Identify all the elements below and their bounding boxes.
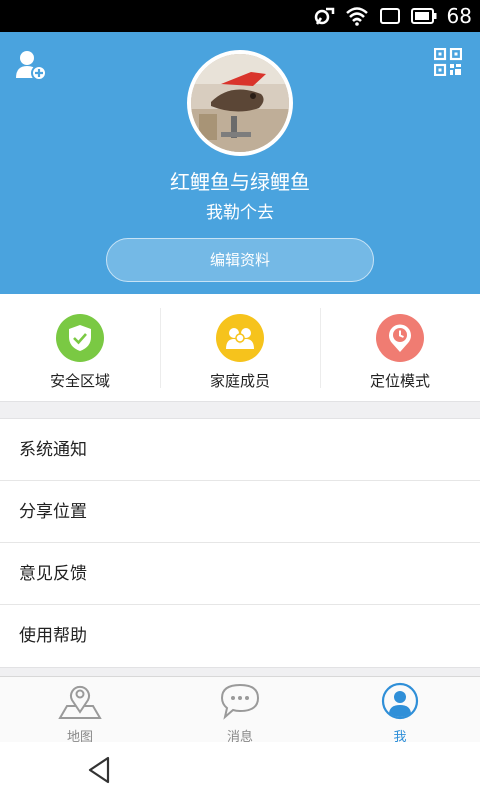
profile-header: 红鲤鱼与绿鲤鱼 我勒个去 编辑资料 — [0, 32, 480, 294]
feature-label: 安全区域 — [49, 372, 110, 390]
chat-bubble-icon — [219, 682, 261, 724]
signal-icon — [313, 6, 335, 26]
back-triangle-icon[interactable] — [84, 754, 116, 786]
add-friend-icon[interactable] — [14, 48, 48, 82]
bottom-tab-bar: 地图 消息 我 — [0, 676, 480, 745]
avatar[interactable] — [187, 50, 293, 156]
shield-check-icon — [56, 314, 104, 362]
system-nav-bar — [0, 742, 480, 800]
status-bar: 68 — [0, 0, 480, 32]
location-clock-icon — [376, 314, 424, 362]
status-icons: 68 — [313, 0, 472, 32]
feature-safe-zone[interactable]: 安全区域 — [0, 294, 160, 401]
feature-location-mode[interactable]: 定位模式 — [320, 294, 480, 401]
screen-rotate-icon — [379, 7, 401, 25]
feature-label: 定位模式 — [369, 372, 430, 390]
feature-family-members[interactable]: 家庭成员 — [160, 294, 320, 401]
tab-me[interactable]: 我 — [320, 677, 480, 745]
menu-item-system-notifications[interactable]: 系统通知 — [0, 419, 480, 481]
feature-label: 家庭成员 — [209, 372, 270, 390]
battery-icon — [410, 8, 437, 24]
user-profile-icon — [380, 682, 420, 724]
profile-screen: 68 红鲤鱼与绿鲤鱼 我勒个去 编辑资料 安全区域 家庭成员 定位模式 系统通知… — [0, 0, 480, 800]
battery-level: 68 — [446, 4, 472, 28]
qr-code-icon[interactable] — [433, 47, 463, 77]
username: 红鲤鱼与绿鲤鱼 — [170, 170, 310, 194]
tab-map[interactable]: 地图 — [0, 677, 160, 745]
menu-item-help[interactable]: 使用帮助 — [0, 605, 480, 667]
menu-item-feedback[interactable]: 意见反馈 — [0, 543, 480, 605]
signature: 我勒个去 — [206, 203, 274, 223]
feature-grid: 安全区域 家庭成员 定位模式 — [0, 294, 480, 402]
edit-profile-button[interactable]: 编辑资料 — [106, 238, 374, 282]
wifi-icon — [345, 6, 369, 26]
settings-menu: 系统通知 分享位置 意见反馈 使用帮助 — [0, 418, 480, 668]
menu-item-share-location[interactable]: 分享位置 — [0, 481, 480, 543]
map-pin-icon — [57, 682, 103, 724]
family-members-icon — [216, 314, 264, 362]
tab-messages[interactable]: 消息 — [160, 677, 320, 745]
